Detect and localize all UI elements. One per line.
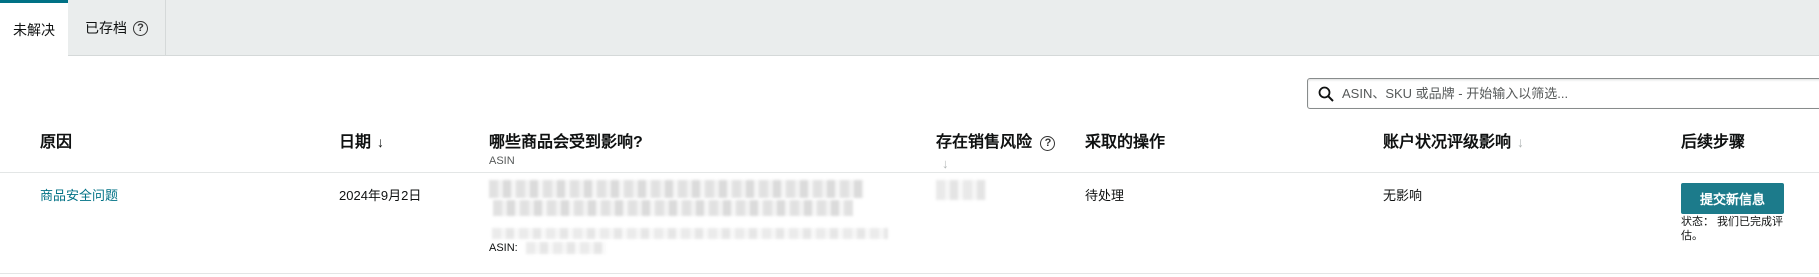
redacted-risk-value: [936, 180, 986, 200]
column-header-risk: 存在销售风险 ? ↓: [936, 128, 1056, 171]
asin-label-text: ASIN:: [489, 242, 518, 254]
account-impact-cell: 无影响: [1383, 188, 1423, 203]
column-header-affected-label: 哪些商品会受到影响?: [489, 134, 643, 151]
tab-bar: 未解决 已存档 ?: [0, 0, 1819, 57]
column-header-account-impact[interactable]: 账户状况评级影响 ↓: [1383, 128, 1524, 152]
action-cell: 待处理: [1085, 188, 1125, 203]
redacted-product-title: [493, 200, 853, 216]
asin-label: ASIN:: [489, 242, 518, 254]
column-header-date-label: 日期: [339, 134, 372, 151]
search-input[interactable]: [1342, 86, 1819, 101]
submit-new-info-button[interactable]: 提交新信息: [1681, 183, 1784, 214]
redacted-asin: [526, 242, 606, 254]
date-cell: 2024年9月2日: [339, 188, 422, 203]
column-header-reason: 原因: [40, 128, 72, 152]
help-icon[interactable]: ?: [1040, 135, 1056, 151]
column-header-next-steps-label: 后续步骤: [1681, 134, 1746, 151]
search-box[interactable]: [1307, 78, 1819, 109]
column-header-action-label: 采取的操作: [1085, 134, 1166, 151]
column-header-action: 采取的操作: [1085, 128, 1165, 152]
column-header-date[interactable]: 日期 ↓: [339, 128, 384, 152]
tab-unresolved-label: 未解决: [13, 22, 55, 38]
column-header-reason-label: 原因: [40, 134, 73, 151]
reason-link[interactable]: 商品安全问题: [40, 185, 118, 204]
column-header-account-impact-label: 账户状况评级影响: [1383, 134, 1512, 151]
tab-archived[interactable]: 已存档 ?: [68, 0, 166, 56]
tab-unresolved[interactable]: 未解决: [0, 0, 68, 57]
search-icon: [1318, 86, 1334, 102]
column-header-affected-sub: ASIN: [489, 155, 515, 167]
header-divider: [0, 172, 1819, 173]
help-icon[interactable]: ?: [133, 20, 148, 36]
row-divider: [0, 273, 1819, 274]
column-header-affected: 哪些商品会受到影响? ASIN: [489, 128, 643, 167]
sort-down-icon[interactable]: ↓: [942, 156, 1055, 171]
column-header-next-steps: 后续步骤: [1681, 128, 1745, 152]
sort-down-icon[interactable]: ↓: [377, 134, 384, 150]
sort-down-icon[interactable]: ↓: [1517, 134, 1524, 150]
redacted-product-title: [489, 180, 864, 198]
column-header-risk-label: 存在销售风险: [936, 134, 1033, 151]
status-text: 状态： 我们已完成评估。: [1681, 216, 1784, 242]
tab-archived-label: 已存档: [85, 20, 127, 36]
redacted-product-title: [492, 228, 888, 239]
